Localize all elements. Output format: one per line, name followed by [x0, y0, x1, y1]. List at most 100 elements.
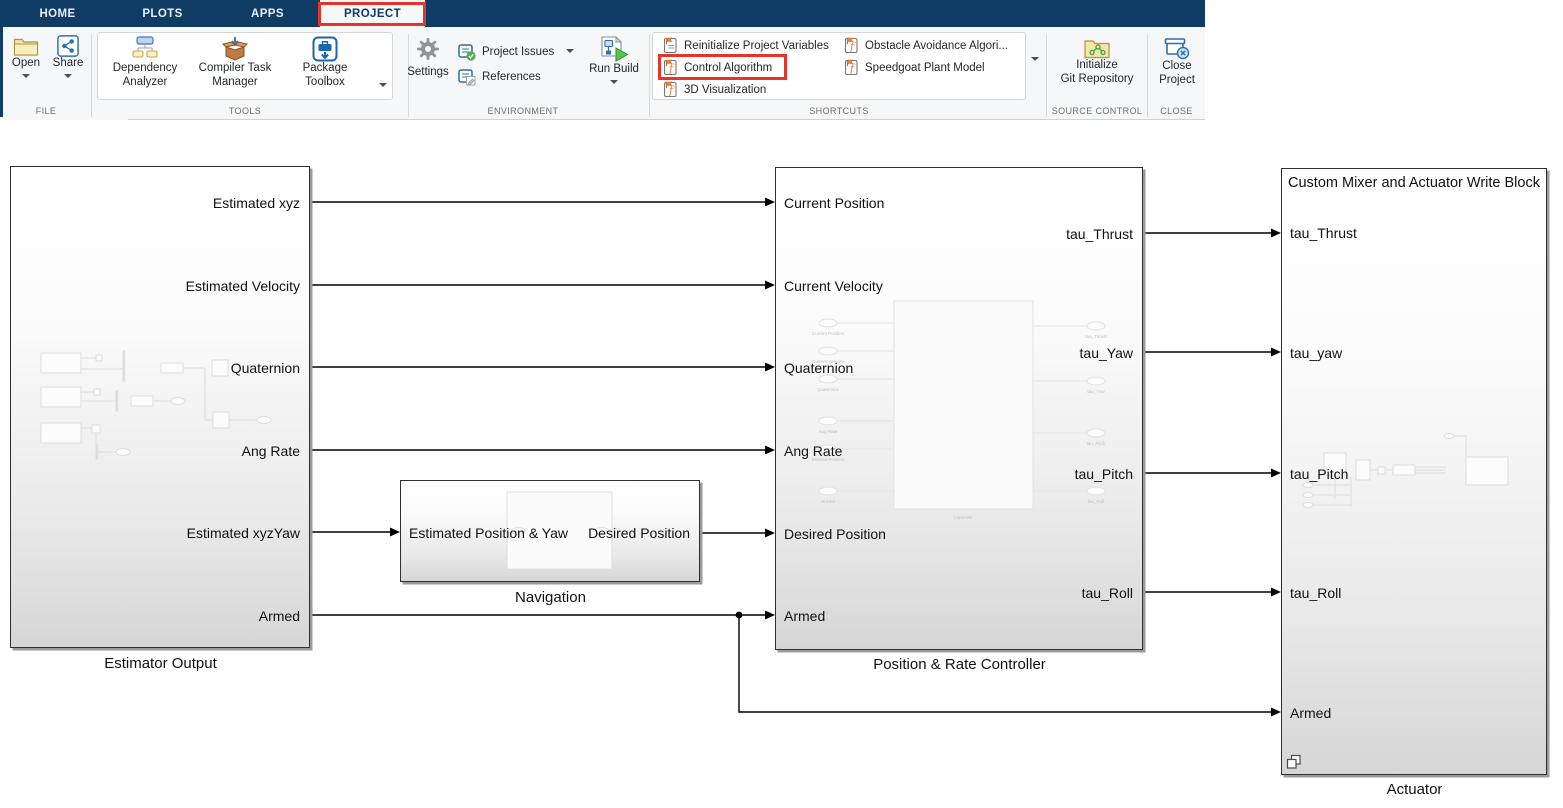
references-button[interactable]: References — [458, 68, 541, 86]
port-label: tau_Pitch — [1290, 466, 1348, 482]
port-label: Current Velocity — [784, 278, 883, 294]
project-issues-icon — [458, 43, 476, 61]
svg-text:Ang Rate: Ang Rate — [819, 429, 838, 434]
svg-text:tau_Roll: tau_Roll — [1088, 499, 1105, 504]
project-issues-button[interactable]: Project Issues — [458, 43, 554, 61]
group-divider — [1046, 34, 1047, 117]
toolstrip-ribbon: Open Share FILE Dependency Analyzer — [0, 27, 1205, 120]
run-build-label: Run Build — [589, 63, 639, 77]
port-label: Quaternion — [231, 360, 300, 376]
actuator-name[interactable]: Actuator — [1281, 781, 1548, 798]
estimator-output-name[interactable]: Estimator Output — [10, 655, 311, 672]
group-divider — [91, 34, 92, 117]
shortcut-label: Reinitialize Project Variables — [684, 40, 829, 52]
svg-text:Quaternion: Quaternion — [817, 387, 840, 392]
svg-text:tau_Pitch: tau_Pitch — [1087, 441, 1106, 446]
open-button[interactable]: Open — [6, 35, 46, 78]
run-build-caret[interactable] — [610, 80, 618, 84]
actuator-block[interactable]: Custom Mixer and Actuator Write Block ta… — [1281, 168, 1547, 775]
port-label: tau_Yaw — [1080, 345, 1133, 361]
share-button[interactable]: Share — [48, 35, 88, 78]
position-rate-controller-name[interactable]: Position & Rate Controller — [775, 656, 1144, 673]
close-project-button[interactable]: Close Project — [1151, 36, 1203, 87]
open-folder-icon — [13, 35, 39, 57]
shortcut-3d-visualization[interactable]: f 3D Visualization — [662, 81, 766, 98]
compiler-task-manager-label-line2: Manager — [212, 76, 257, 90]
shortcut-label: Control Algorithm — [684, 62, 772, 74]
port-label: Current Position — [784, 195, 884, 211]
port-label: tau_Pitch — [1075, 466, 1133, 482]
shortcut-label: Obstacle Avoidance Algori... — [865, 40, 1008, 52]
position-rate-controller-block[interactable]: Current Position Current Velocity Quater… — [775, 167, 1143, 650]
gear-icon — [415, 36, 441, 62]
package-toolbox-label-line2: Toolbox — [305, 76, 345, 90]
port-label: tau_Roll — [1082, 585, 1133, 601]
dependency-analyzer-button[interactable]: Dependency Analyzer — [100, 36, 190, 89]
function-shortcut-icon: f — [662, 59, 678, 76]
svg-text:Current Position: Current Position — [812, 331, 845, 336]
port-label: Desired Position — [588, 525, 690, 541]
references-label: References — [482, 71, 541, 83]
group-divider — [649, 34, 650, 117]
compiler-task-manager-label-line1: Compiler Task — [199, 62, 272, 76]
svg-text:Controller: Controller — [953, 515, 973, 520]
shortcut-reinitialize-project-variables[interactable]: Reinitialize Project Variables — [662, 37, 829, 54]
dependency-analyzer-label-line2: Analyzer — [123, 76, 168, 90]
tab-apps[interactable]: APPS — [225, 0, 310, 27]
tab-project[interactable]: PROJECT — [320, 0, 425, 27]
share-label: Share — [53, 57, 84, 71]
share-icon — [56, 35, 80, 57]
port-label: Armed — [1290, 705, 1331, 721]
source-control-section-label: SOURCE CONTROL — [1048, 106, 1146, 118]
run-build-icon — [599, 35, 629, 63]
run-build-button[interactable]: Run Build — [585, 35, 643, 84]
shortcuts-section-label: SHORTCUTS — [652, 106, 1026, 118]
estimator-output-block[interactable]: Estimated xyz Estimated Velocity Quatern… — [10, 166, 310, 648]
port-label: Desired Position — [784, 526, 886, 542]
shortcut-label: 3D Visualization — [684, 84, 766, 96]
project-issues-caret[interactable] — [566, 49, 574, 53]
port-label: Ang Rate — [242, 443, 300, 459]
initialize-git-repository-button[interactable]: Initialize Git Repository — [1056, 36, 1138, 86]
compiler-task-manager-button[interactable]: Compiler Task Manager — [190, 36, 280, 89]
compiler-task-manager-icon — [222, 36, 248, 62]
settings-label: Settings — [407, 66, 449, 80]
port-label: Estimated xyz — [213, 195, 300, 211]
tools-gallery-caret[interactable] — [379, 83, 387, 87]
shortcut-speedgoat-plant-model[interactable]: f Speedgoat Plant Model — [843, 59, 985, 76]
package-toolbox-button[interactable]: Package Toolbox — [280, 36, 370, 89]
share-dropdown-caret[interactable] — [64, 74, 72, 78]
model-canvas[interactable]: Estimated xyz Estimated Velocity Quatern… — [0, 120, 1563, 808]
tab-home[interactable]: HOME — [15, 0, 100, 27]
library-link-badge-icon — [1286, 754, 1302, 770]
shortcut-obstacle-avoidance[interactable]: f Obstacle Avoidance Algori... — [843, 37, 1008, 54]
settings-button[interactable]: Settings — [404, 36, 452, 80]
navigation-block[interactable]: Estimated Position & Yaw Desired Positio… — [400, 480, 700, 582]
actuator-block-title: Custom Mixer and Actuator Write Block — [1288, 175, 1540, 191]
references-icon — [458, 68, 476, 86]
port-label: tau_Thrust — [1290, 225, 1357, 241]
port-label: Estimated Velocity — [186, 278, 300, 294]
navigation-name[interactable]: Navigation — [400, 589, 701, 606]
port-label: Armed — [784, 608, 825, 624]
open-dropdown-caret[interactable] — [22, 74, 30, 78]
initialize-git-label-line1: Initialize — [1076, 59, 1118, 73]
port-label: Ang Rate — [784, 443, 842, 459]
function-shortcut-icon: f — [662, 81, 678, 98]
shortcuts-gallery-caret[interactable] — [1031, 57, 1039, 61]
svg-text:tau_Thrust: tau_Thrust — [1085, 334, 1107, 339]
port-label: Armed — [259, 608, 300, 624]
package-toolbox-label-line1: Package — [303, 62, 348, 76]
port-label: tau_Thrust — [1066, 226, 1133, 242]
dependency-analyzer-label-line1: Dependency — [113, 62, 178, 76]
dependency-analyzer-icon — [130, 36, 160, 62]
toolstrip-tab-bar: HOME PLOTS APPS PROJECT — [0, 0, 1205, 27]
tab-plots[interactable]: PLOTS — [120, 0, 205, 27]
shortcut-control-algorithm[interactable]: f Control Algorithm — [662, 59, 772, 76]
port-label: tau_yaw — [1290, 345, 1342, 361]
project-issues-label: Project Issues — [482, 46, 554, 58]
svg-text:Armed: Armed — [821, 499, 835, 504]
group-divider — [1147, 34, 1148, 117]
port-label: tau_Roll — [1290, 585, 1341, 601]
close-project-icon — [1164, 36, 1190, 60]
